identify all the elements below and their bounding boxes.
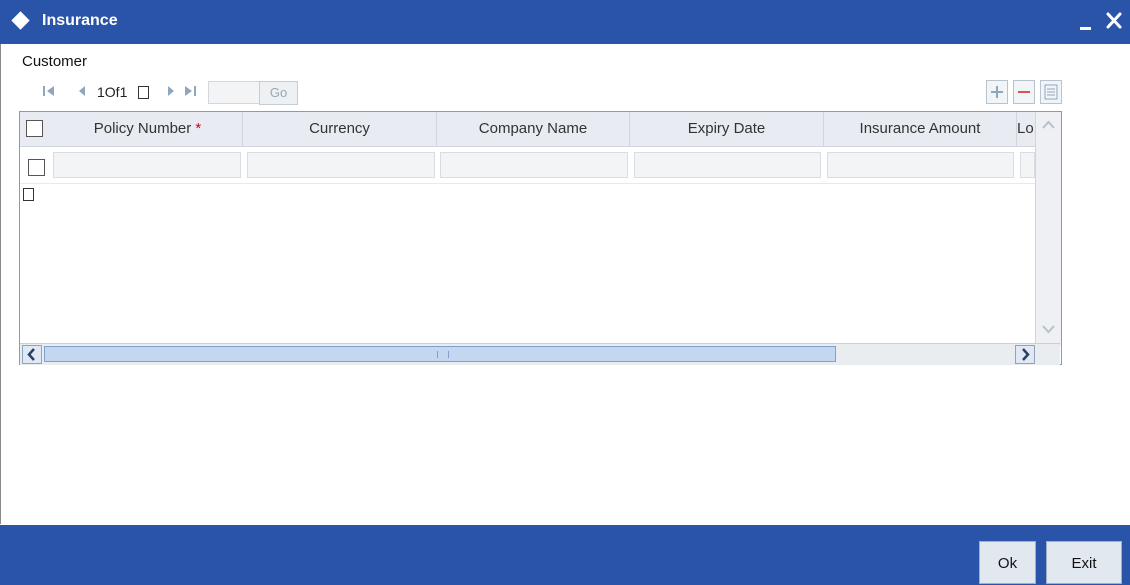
insurance-grid: Policy Number * Currency Company Name Ex… — [19, 111, 1062, 365]
pager-placeholder-box — [138, 86, 149, 99]
insurance-amount-input[interactable] — [827, 152, 1014, 178]
column-header-expiry-date: Expiry Date — [630, 112, 824, 146]
placeholder-box — [23, 188, 34, 201]
pager-status: 1Of1 — [97, 84, 128, 100]
scroll-left-button[interactable] — [22, 345, 42, 364]
diamond-icon — [11, 11, 30, 30]
scroll-thumb-grip — [437, 351, 449, 358]
column-header-policy-number: Policy Number * — [53, 112, 243, 146]
title-bar: Insurance — [0, 0, 1130, 44]
column-header-partial: Lo — [1017, 120, 1034, 137]
exit-button[interactable]: Exit — [1046, 541, 1122, 584]
section-label-customer: Customer — [22, 53, 88, 70]
company-name-input[interactable] — [440, 152, 628, 178]
grid-header: Policy Number * Currency Company Name Ex… — [20, 112, 1035, 147]
last-page-icon[interactable] — [183, 84, 197, 98]
column-header-insurance-amount: Insurance Amount — [824, 112, 1017, 146]
scroll-down-icon[interactable] — [1038, 318, 1059, 339]
partial-column-input[interactable] — [1020, 152, 1035, 178]
column-header-company-name: Company Name — [437, 112, 630, 146]
scroll-up-icon[interactable] — [1038, 115, 1059, 136]
first-page-icon[interactable] — [42, 84, 56, 98]
close-icon — [1106, 12, 1122, 29]
row-checkbox[interactable] — [28, 159, 45, 176]
select-all-checkbox[interactable] — [26, 120, 43, 137]
delete-row-button[interactable] — [1013, 80, 1035, 104]
window-title: Insurance — [42, 12, 118, 29]
horizontal-scroll-thumb[interactable] — [44, 346, 836, 362]
expiry-date-input[interactable] — [634, 152, 821, 178]
required-marker: * — [195, 120, 202, 137]
page-number-input[interactable] — [208, 81, 260, 104]
currency-input[interactable] — [247, 152, 435, 178]
scroll-right-button[interactable] — [1015, 345, 1035, 364]
ok-button[interactable]: Ok — [979, 541, 1036, 584]
add-row-button[interactable] — [986, 80, 1008, 104]
footer-bar — [0, 525, 1130, 585]
add-row-icon — [991, 86, 1003, 98]
minimize-button[interactable] — [1074, 10, 1098, 34]
go-button[interactable]: Go — [259, 81, 298, 105]
window-left-border — [0, 44, 1, 524]
vertical-scrollbar[interactable] — [1035, 112, 1061, 346]
prev-page-icon[interactable] — [76, 84, 88, 98]
close-button[interactable] — [1102, 8, 1126, 34]
delete-row-icon — [1018, 91, 1030, 93]
scroll-left-icon — [27, 348, 35, 361]
scroll-right-icon — [1022, 348, 1030, 361]
row-divider — [20, 183, 1035, 184]
next-page-icon[interactable] — [165, 84, 177, 98]
single-view-button[interactable] — [1040, 80, 1062, 104]
single-view-icon — [1044, 84, 1058, 100]
column-header-currency: Currency — [243, 112, 437, 146]
horizontal-scrollbar[interactable] — [20, 343, 1060, 365]
policy-number-input[interactable] — [53, 152, 241, 178]
